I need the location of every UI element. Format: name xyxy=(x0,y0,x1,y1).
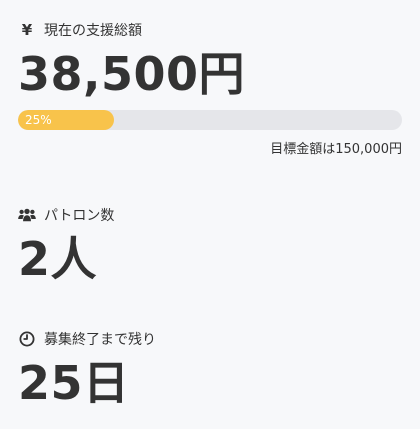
support-total-label: 現在の支援総額 xyxy=(44,23,142,39)
support-total-section: ¥ 現在の支援総額 38,500円 25% 目標金額は150,000円 xyxy=(18,20,402,157)
clock-icon-graphic xyxy=(19,331,35,347)
remaining-days-label-row: 募集終了まで残り xyxy=(18,329,402,349)
yen-icon: ¥ xyxy=(21,21,33,39)
clock-icon xyxy=(18,330,36,348)
goal-amount-text: 目標金額は150,000円 xyxy=(270,142,402,157)
remaining-days-label: 募集終了まで残り xyxy=(44,332,156,348)
patron-count-section: パトロン数 2人 xyxy=(18,205,402,287)
support-total-amount: 38,500円 xyxy=(18,47,246,101)
patron-count-label-row: パトロン数 xyxy=(18,205,402,225)
users-icon xyxy=(18,206,36,224)
support-total-label-row: ¥ 現在の支援総額 xyxy=(18,20,402,40)
patron-count-label: パトロン数 xyxy=(44,208,115,224)
remaining-days-section: 募集終了まで残り 25日 xyxy=(18,329,402,411)
patron-count-value: 2人 xyxy=(18,232,98,286)
users-icon-graphic xyxy=(18,208,36,222)
remaining-days-value: 25日 xyxy=(18,356,130,410)
progress-bar: 25% xyxy=(18,110,402,130)
progress-percent: 25% xyxy=(25,113,52,127)
